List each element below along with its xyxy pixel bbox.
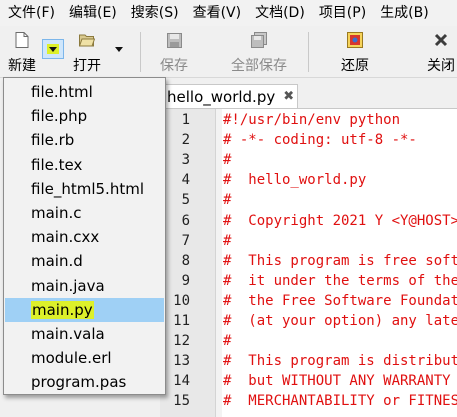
code-line: # -*- coding: utf-8 -*- [223, 132, 417, 149]
revert-button-label: 还原 [341, 58, 369, 74]
menu-item-label: file.html [31, 83, 93, 101]
save-all-button-label: 全部保存 [231, 58, 287, 74]
code-line: # [223, 232, 232, 249]
menu-item-template[interactable]: file_html5.html [5, 177, 164, 201]
code-line: # [223, 333, 232, 350]
menu-item-label: file.php [31, 107, 88, 126]
code-line: # [223, 192, 232, 209]
tab-close-icon[interactable]: ✖ [283, 89, 294, 104]
menu-item-label: main.d [31, 252, 83, 271]
toolbar-separator [140, 32, 141, 72]
line-number: 15 [173, 393, 190, 410]
menu-item-label: file.rb [31, 131, 75, 150]
toolbar-separator [308, 32, 309, 72]
code-line: # Copyright 2021 Y <Y@HOST> [223, 212, 457, 229]
menu-view[interactable]: 查看(V) [185, 0, 242, 26]
menu-item-template[interactable]: main.d [5, 249, 164, 273]
menu-bar: 文件(F) 编辑(E) 搜索(S) 查看(V) 文档(D) 项目(P) 生成(B… [0, 0, 457, 26]
tab-hello-world[interactable]: hello_world.py ✖ [160, 84, 298, 108]
menu-item-label: main.py [31, 300, 94, 319]
menu-item-label: main.cxx [31, 228, 100, 247]
open-button-label: 打开 [73, 58, 101, 74]
menu-item-template[interactable]: file.php [5, 104, 164, 128]
menu-item-template[interactable]: main.c [5, 201, 164, 225]
menu-item-template[interactable]: file.html [5, 80, 164, 104]
close-icon [433, 32, 449, 48]
menu-item-template[interactable]: main.vala [5, 322, 164, 346]
code-editor[interactable]: 1 2 3 4 5 6 7 8 9 10 11 12 13 14 15 #!/usr/bin/env pyt… [160, 108, 457, 417]
folder-open-icon [79, 32, 95, 48]
close-button[interactable]: 关闭 [424, 26, 457, 78]
code-line: # This program is free software [223, 252, 457, 269]
code-line: # hello_world.py [223, 172, 367, 189]
code-text-area[interactable]: #!/usr/bin/env python # -*- coding: utf-8… [223, 109, 457, 417]
menu-item-template[interactable]: main.java [5, 274, 164, 298]
menu-item-label: main.vala [31, 325, 105, 343]
menu-item-label: file.tex [31, 155, 83, 174]
menu-project[interactable]: 项目(P) [311, 0, 366, 26]
menu-document[interactable]: 文档(D) [247, 0, 305, 26]
tab-title: hello_world.py [167, 87, 276, 106]
new-button-label: 新建 [8, 58, 36, 74]
menu-item-label: module.erl [31, 349, 112, 368]
open-button[interactable]: 打开 [70, 26, 104, 78]
menu-item-template[interactable]: main.cxx [5, 225, 164, 249]
menu-item-template[interactable]: module.erl [5, 346, 164, 370]
code-line: # [223, 152, 232, 169]
new-button[interactable]: 新建 [6, 26, 38, 78]
save-all-button[interactable]: 全部保存 [228, 26, 290, 78]
menu-item-template[interactable]: main.py [5, 297, 164, 322]
menu-item-label: main.c [31, 204, 82, 222]
menu-item-label: file_html5.html [31, 179, 144, 198]
revert-icon [347, 32, 363, 48]
code-line: # but WITHOUT ANY WARRANTY [223, 373, 451, 390]
save-button-label: 保存 [160, 58, 188, 74]
menu-item-label: program.pas [31, 373, 127, 392]
code-line: # This program is distributed [223, 353, 457, 370]
toolbar: 新建 打开 保存 全部保存 还原 关闭 [0, 26, 457, 78]
new-file-template-menu: file.html file.php file.rb file.tex file_htm… [3, 77, 166, 395]
code-line: # the Free Software Foundation [223, 292, 457, 309]
menu-item-template[interactable]: file.rb [5, 128, 164, 152]
menu-item-template[interactable]: program.pas [5, 370, 164, 394]
menu-edit[interactable]: 编辑(E) [61, 0, 117, 26]
save-disk-icon [166, 32, 182, 48]
new-file-icon [14, 32, 30, 48]
document-tab-bar: hello_world.py ✖ [160, 82, 457, 108]
code-line: # (at your option) any later version. [223, 313, 457, 329]
menu-build[interactable]: 生成(B) [372, 0, 429, 26]
menu-file[interactable]: 文件(F) [0, 0, 55, 26]
chevron-down-icon [115, 46, 123, 52]
fold-margin [216, 109, 222, 417]
save-button[interactable]: 保存 [158, 26, 190, 78]
dropdown-arrow-icon [47, 44, 59, 54]
new-dropdown-arrow[interactable] [42, 39, 64, 59]
code-line: # it under the terms of the GNU [223, 272, 457, 289]
menu-item-label: main.java [31, 276, 105, 295]
save-all-icon [251, 32, 267, 48]
menu-search[interactable]: 搜索(S) [123, 0, 179, 26]
close-button-label: 关闭 [427, 58, 455, 74]
menu-item-template[interactable]: file.tex [5, 153, 164, 177]
code-line: # MERCHANTABILITY or FITNESS [223, 393, 457, 410]
revert-button[interactable]: 还原 [338, 26, 372, 78]
open-dropdown-arrow[interactable] [108, 39, 130, 59]
code-line: #!/usr/bin/env python [223, 112, 401, 128]
